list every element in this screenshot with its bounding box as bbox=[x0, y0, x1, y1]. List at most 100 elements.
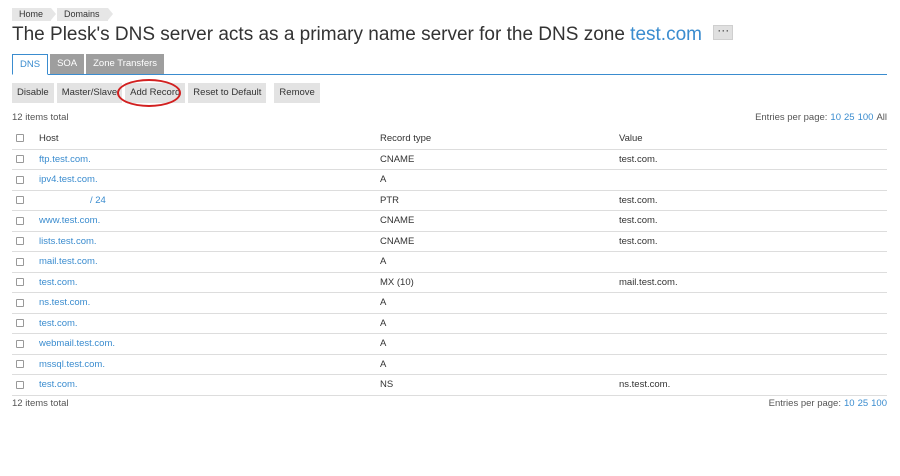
record-value: mail.test.com. bbox=[619, 272, 887, 293]
entries-per-page-top: Entries per page: 10 25 100 All bbox=[752, 112, 887, 123]
row-checkbox-cell bbox=[12, 313, 39, 334]
entries-100[interactable]: 100 bbox=[871, 398, 887, 409]
record-type: A bbox=[380, 354, 619, 375]
record-type: A bbox=[380, 169, 619, 191]
row-checkbox-cell bbox=[12, 251, 39, 273]
row-checkbox-cell bbox=[12, 169, 39, 191]
row-checkbox[interactable] bbox=[16, 237, 24, 246]
tab-soa[interactable]: SOA bbox=[50, 54, 85, 74]
table-row: ipv4.test.com. A bbox=[12, 169, 887, 191]
record-type: A bbox=[380, 313, 619, 334]
master-slave-button[interactable]: Master/Slave bbox=[56, 83, 123, 103]
record-value bbox=[619, 169, 887, 191]
column-value[interactable]: Value bbox=[619, 128, 887, 150]
record-type: NS bbox=[380, 374, 619, 396]
entries-10[interactable]: 10 bbox=[844, 398, 855, 409]
host-link[interactable]: / 24 bbox=[39, 190, 380, 211]
table-row: mssql.test.com. A bbox=[12, 354, 887, 375]
host-link[interactable]: ftp.test.com. bbox=[39, 149, 380, 170]
entries-label: Entries per page: bbox=[768, 398, 841, 409]
row-checkbox-cell bbox=[12, 190, 39, 211]
disable-button[interactable]: Disable bbox=[12, 83, 54, 103]
select-all-checkbox[interactable] bbox=[16, 134, 24, 143]
breadcrumb-domains[interactable]: Domains bbox=[57, 8, 113, 21]
tab-dns[interactable]: DNS bbox=[12, 54, 49, 75]
row-checkbox-cell bbox=[12, 272, 39, 293]
column-host[interactable]: Host bbox=[39, 128, 380, 150]
record-value bbox=[619, 333, 887, 355]
toolbar: Disable Master/Slave Add Record Reset to… bbox=[12, 83, 323, 103]
breadcrumb: Home Domains bbox=[12, 8, 114, 21]
row-checkbox-cell bbox=[12, 354, 39, 375]
remove-button[interactable]: Remove bbox=[274, 83, 320, 103]
host-link[interactable]: test.com. bbox=[39, 374, 380, 396]
record-value: test.com. bbox=[619, 231, 887, 252]
host-link[interactable]: www.test.com. bbox=[39, 210, 380, 232]
items-total-top: 12 items total bbox=[12, 112, 69, 123]
row-checkbox-cell bbox=[12, 333, 39, 355]
page-title-text: The Plesk's DNS server acts as a primary… bbox=[12, 24, 625, 45]
row-checkbox[interactable] bbox=[16, 175, 24, 184]
column-record-type[interactable]: Record type bbox=[380, 128, 619, 150]
table-row: mail.test.com. A bbox=[12, 251, 887, 273]
select-all-cell bbox=[12, 128, 39, 150]
breadcrumb-home[interactable]: Home bbox=[12, 8, 57, 21]
table-row: test.com. NS ns.test.com. bbox=[12, 374, 887, 396]
host-link[interactable]: test.com. bbox=[39, 272, 380, 293]
record-type: CNAME bbox=[380, 231, 619, 252]
row-checkbox-cell bbox=[12, 374, 39, 396]
entries-all[interactable]: All bbox=[876, 112, 887, 123]
table-row: / 24 PTR test.com. bbox=[12, 190, 887, 211]
row-checkbox-cell bbox=[12, 292, 39, 314]
table-row: ns.test.com. A bbox=[12, 292, 887, 314]
entries-100[interactable]: 100 bbox=[858, 112, 874, 123]
host-link[interactable]: ns.test.com. bbox=[39, 292, 380, 314]
host-link[interactable]: lists.test.com. bbox=[39, 231, 380, 252]
host-link[interactable]: ipv4.test.com. bbox=[39, 169, 380, 191]
row-checkbox-cell bbox=[12, 231, 39, 252]
host-link[interactable]: webmail.test.com. bbox=[39, 333, 380, 355]
host-link[interactable]: mail.test.com. bbox=[39, 251, 380, 273]
zone-name-link[interactable]: test.com bbox=[630, 24, 702, 45]
row-checkbox[interactable] bbox=[16, 196, 24, 205]
table-row: test.com. A bbox=[12, 313, 887, 334]
table-row: www.test.com. CNAME test.com. bbox=[12, 210, 887, 232]
entries-per-page-bottom: Entries per page: 10 25 100 bbox=[766, 398, 887, 409]
row-checkbox[interactable] bbox=[16, 360, 24, 369]
dns-records-table: Host Record type Value ftp.test.com. CNAM… bbox=[12, 128, 887, 396]
host-link[interactable]: test.com. bbox=[39, 313, 380, 334]
tab-zone-transfers[interactable]: Zone Transfers bbox=[86, 54, 165, 74]
record-type: A bbox=[380, 333, 619, 355]
row-checkbox[interactable] bbox=[16, 319, 24, 328]
row-checkbox[interactable] bbox=[16, 278, 24, 287]
row-checkbox[interactable] bbox=[16, 339, 24, 348]
entries-25[interactable]: 25 bbox=[858, 398, 869, 409]
row-checkbox[interactable] bbox=[16, 380, 24, 389]
entries-10[interactable]: 10 bbox=[830, 112, 841, 123]
record-type: CNAME bbox=[380, 149, 619, 170]
reset-to-default-button[interactable]: Reset to Default bbox=[188, 83, 267, 103]
row-checkbox[interactable] bbox=[16, 155, 24, 164]
record-type: MX (10) bbox=[380, 272, 619, 293]
row-checkbox[interactable] bbox=[16, 298, 24, 307]
row-checkbox-cell bbox=[12, 149, 39, 170]
record-value bbox=[619, 313, 887, 334]
record-value bbox=[619, 354, 887, 375]
table-row: webmail.test.com. A bbox=[12, 333, 887, 355]
add-record-button[interactable]: Add Record bbox=[125, 83, 186, 103]
record-type: PTR bbox=[380, 190, 619, 211]
row-checkbox[interactable] bbox=[16, 216, 24, 225]
row-checkbox-cell bbox=[12, 210, 39, 232]
table-row: ftp.test.com. CNAME test.com. bbox=[12, 149, 887, 170]
record-value: test.com. bbox=[619, 210, 887, 232]
host-link[interactable]: mssql.test.com. bbox=[39, 354, 380, 375]
row-checkbox[interactable] bbox=[16, 257, 24, 266]
record-value bbox=[619, 251, 887, 273]
more-actions-button[interactable]: ··· bbox=[713, 24, 734, 41]
record-type: CNAME bbox=[380, 210, 619, 232]
table-row: lists.test.com. CNAME test.com. bbox=[12, 231, 887, 252]
entries-25[interactable]: 25 bbox=[844, 112, 855, 123]
record-value: ns.test.com. bbox=[619, 374, 887, 396]
page-title: The Plesk's DNS server acts as a primary… bbox=[12, 24, 734, 46]
table-row: test.com. MX (10) mail.test.com. bbox=[12, 272, 887, 293]
